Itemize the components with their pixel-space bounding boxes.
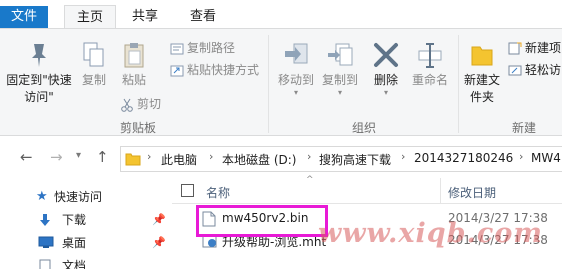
column-divider[interactable]	[440, 178, 441, 204]
copy-label: 复制	[81, 73, 106, 87]
cut-button[interactable]: 剪切	[120, 95, 161, 113]
delete-label: 删除	[373, 73, 398, 87]
delete-button[interactable]: 删除 ▾	[370, 41, 402, 97]
copy-path-button[interactable]: 复制路径	[170, 39, 235, 57]
paste-label: 粘贴	[121, 73, 146, 87]
ribbon-separator	[458, 35, 459, 133]
paste-button[interactable]: 粘贴	[118, 41, 150, 89]
ribbon: 固定到"快速访问" 复制 粘贴 复制路径 粘贴快捷方式 剪切 剪贴板 移动到 ▾	[0, 28, 562, 136]
desktop-icon	[38, 236, 54, 248]
copy-button[interactable]: 复制	[78, 41, 110, 89]
download-arrow-icon	[40, 214, 50, 226]
tab-file[interactable]: 文件	[0, 6, 48, 28]
folder-icon	[125, 153, 141, 166]
pin-icon[interactable]: 📌	[152, 232, 166, 254]
tab-view[interactable]: 查看	[174, 5, 232, 28]
cut-label: 剪切	[137, 97, 162, 111]
pin-icon	[32, 44, 46, 67]
rename-button[interactable]: 重命名	[408, 41, 452, 89]
address-bar[interactable]: › 此电脑 › 本地磁盘 (D:) › 搜狗高速下载 › 20143271802…	[120, 146, 562, 172]
column-header-date[interactable]: 修改日期	[448, 184, 496, 201]
copy-path-label: 复制路径	[187, 41, 236, 55]
clipboard-icon	[124, 43, 144, 68]
paste-shortcut-label: 粘贴快捷方式	[187, 63, 260, 77]
new-item-button[interactable]: 新建项	[508, 39, 561, 57]
select-all-checkbox[interactable]	[181, 184, 194, 197]
breadcrumb-chevron-icon: ›	[209, 150, 214, 163]
back-arrow-icon[interactable]: ←	[20, 148, 33, 166]
star-icon: ★	[36, 189, 48, 204]
new-item-label: 新建项	[525, 41, 562, 55]
nav-item-label: 快速访问	[54, 190, 103, 204]
copy-to-icon	[328, 43, 353, 66]
folder-icon	[471, 46, 493, 66]
move-to-label: 移动到	[277, 73, 314, 87]
clipboard-group-label: 剪贴板	[120, 121, 157, 135]
rename-icon	[418, 43, 442, 68]
ribbon-separator	[268, 35, 269, 133]
new-group-label: 新建	[512, 121, 537, 135]
breadcrumb-mw4[interactable]: MW4	[531, 151, 561, 165]
sort-caret-icon: ^	[306, 175, 314, 185]
nav-item-downloads[interactable]: 下载 📌	[0, 209, 170, 231]
document-icon	[39, 259, 51, 269]
copy-to-button[interactable]: 复制到 ▾	[318, 41, 362, 97]
delete-x-icon	[374, 43, 398, 67]
copy-to-label: 复制到	[321, 73, 358, 87]
copy-path-icon	[170, 43, 184, 54]
organize-group-label: 组织	[352, 121, 377, 135]
up-arrow-icon[interactable]: ↑	[96, 148, 109, 166]
column-header-row: ^ 名称 修改日期	[172, 175, 562, 204]
ribbon-tab-bar: 文件 主页 共享 查看	[0, 0, 562, 28]
pin-to-quick-access-button[interactable]: 固定到"快速访问"	[2, 41, 76, 106]
easy-access-label: 轻松访	[525, 63, 562, 77]
easy-access-icon	[508, 65, 522, 76]
forward-arrow-icon[interactable]: →	[50, 148, 63, 166]
nav-item-label: 下载	[62, 213, 87, 227]
scissors-icon	[121, 98, 133, 112]
move-to-button[interactable]: 移动到 ▾	[274, 41, 318, 97]
breadcrumb-local-disk-d[interactable]: 本地磁盘 (D:)	[222, 151, 296, 168]
breadcrumb-sogou-download[interactable]: 搜狗高速下载	[319, 151, 391, 168]
breadcrumb-this-pc[interactable]: 此电脑	[161, 151, 197, 168]
breadcrumb-chevron-icon: ›	[401, 150, 406, 163]
copy-to-dropdown-icon: ▾	[337, 88, 342, 97]
tab-home[interactable]: 主页	[64, 5, 116, 28]
new-folder-label: 新建文件夹	[463, 73, 500, 104]
tab-share[interactable]: 共享	[116, 5, 174, 28]
nav-item-documents[interactable]: 文档	[0, 255, 170, 269]
navigation-pane: ★ 快速访问 下载 📌 桌面 📌 文档	[0, 178, 170, 269]
rename-label: 重命名	[411, 73, 448, 87]
delete-dropdown-icon: ▾	[383, 88, 388, 97]
breadcrumb-chevron-icon: ›	[519, 150, 524, 163]
breadcrumb-chevron-icon: ›	[307, 150, 312, 163]
breadcrumb-chevron-icon: ›	[147, 150, 152, 163]
column-header-name[interactable]: 名称	[206, 184, 230, 201]
move-to-dropdown-icon: ▾	[293, 88, 298, 97]
watermark: www.xiqb.com	[318, 218, 543, 249]
nav-item-label: 文档	[62, 259, 87, 269]
nav-item-quick-access[interactable]: ★ 快速访问	[0, 186, 170, 208]
recent-dropdown-icon[interactable]: ▾	[76, 150, 81, 161]
new-folder-button[interactable]: 新建文件夹	[460, 41, 504, 106]
copy-icon	[83, 42, 104, 67]
breadcrumb-2014327180246[interactable]: 2014327180246	[414, 151, 513, 165]
pin-to-quick-access-label: 固定到"快速访问"	[6, 73, 72, 104]
annotation-highlight-box	[196, 205, 328, 237]
pin-icon[interactable]: 📌	[152, 209, 166, 231]
new-item-icon	[508, 42, 522, 55]
address-row: ← → ▾ ↑ › 此电脑 › 本地磁盘 (D:) › 搜狗高速下载 › 201…	[0, 140, 562, 176]
paste-shortcut-icon	[170, 65, 184, 76]
nav-item-label: 桌面	[62, 236, 87, 250]
nav-item-desktop[interactable]: 桌面 📌	[0, 232, 170, 254]
easy-access-button[interactable]: 轻松访	[508, 61, 561, 79]
paste-shortcut-button[interactable]: 粘贴快捷方式	[170, 61, 259, 79]
move-to-icon	[285, 43, 308, 64]
